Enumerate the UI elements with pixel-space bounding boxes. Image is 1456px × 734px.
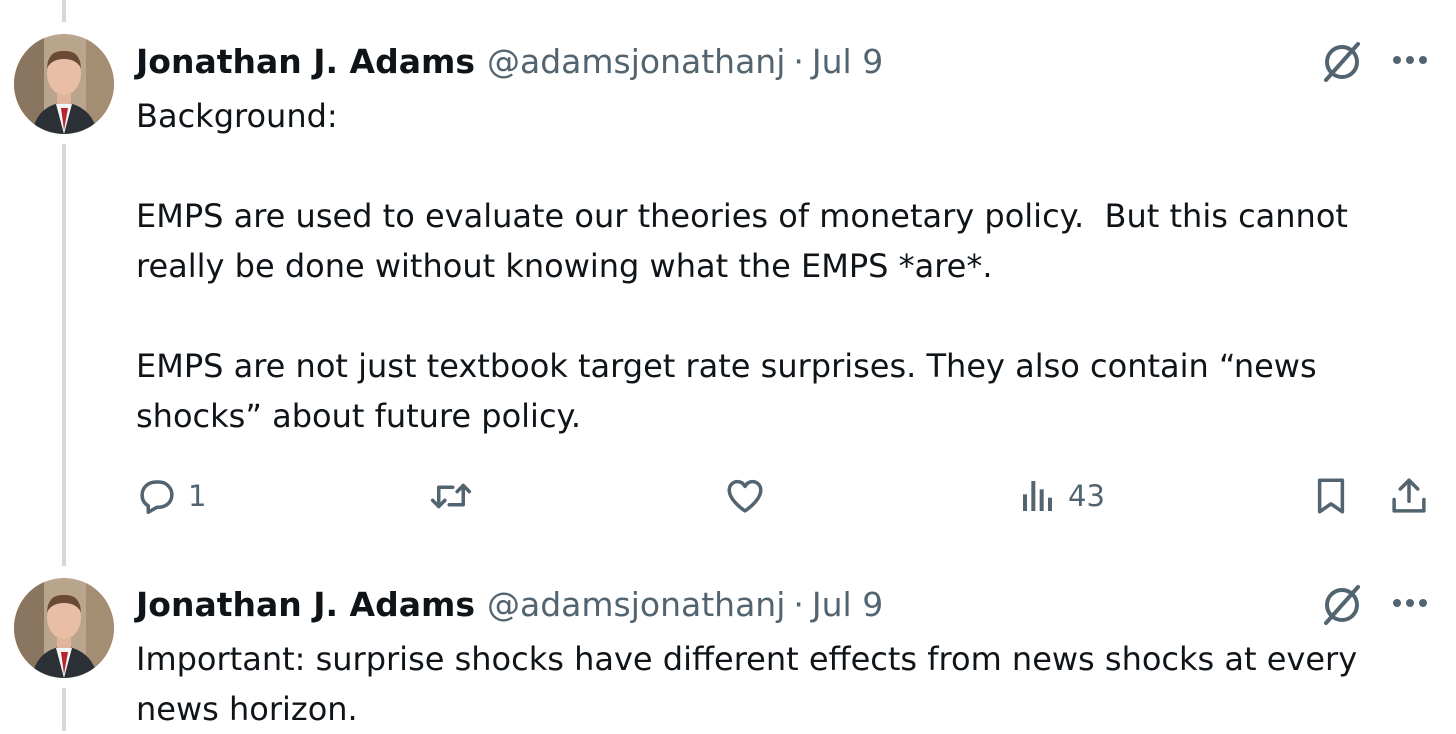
tweet-paragraph: EMPS are used to evaluate our theories o… [136,197,1359,285]
more-icon[interactable] [1386,579,1434,627]
tweet-date[interactable]: Jul 9 [812,42,883,82]
grok-icon[interactable] [1318,581,1366,629]
avatar[interactable] [14,578,114,678]
header-separator: · [793,42,804,81]
header-separator: · [793,585,804,624]
retweet-icon [428,475,474,517]
reply-button[interactable]: 1 [136,471,206,521]
tweet-paragraph: EMPS are not just textbook target rate s… [136,347,1327,435]
tweet-text: Background: EMPS are used to evaluate ou… [136,91,1426,441]
author-handle[interactable]: @adamsjonathanj [487,42,785,82]
tweet-paragraph: Important: surprise shocks have differen… [136,640,1368,728]
tweet-paragraph: Background: [136,97,338,135]
reply-icon [136,475,178,517]
views-count: 43 [1068,479,1105,513]
tweet[interactable]: Jonathan J. Adams @adamsjonathanj · Jul … [0,0,1456,560]
grok-icon[interactable] [1318,38,1366,86]
tweet-date[interactable]: Jul 9 [812,585,883,625]
share-button[interactable] [1388,471,1430,521]
tweet[interactable]: Jonathan J. Adams @adamsjonathanj · Jul … [0,570,1456,731]
reply-count: 1 [188,479,207,513]
tweet-header: Jonathan J. Adams @adamsjonathanj · Jul … [136,42,883,82]
views-icon [1018,475,1058,517]
tweet-text: Important: surprise shocks have differen… [136,634,1426,734]
avatar[interactable] [14,34,114,134]
author-name[interactable]: Jonathan J. Adams [136,42,475,82]
author-name[interactable]: Jonathan J. Adams [136,585,475,625]
more-icon[interactable] [1386,36,1434,84]
author-handle[interactable]: @adamsjonathanj [487,585,785,625]
views-button[interactable]: 43 [1018,471,1105,521]
tweet-header: Jonathan J. Adams @adamsjonathanj · Jul … [136,585,883,625]
heart-icon [724,475,766,517]
share-icon [1388,475,1430,517]
bookmark-icon [1310,475,1352,517]
retweet-button[interactable] [428,471,474,521]
bookmark-button[interactable] [1310,471,1352,521]
like-button[interactable] [724,471,766,521]
